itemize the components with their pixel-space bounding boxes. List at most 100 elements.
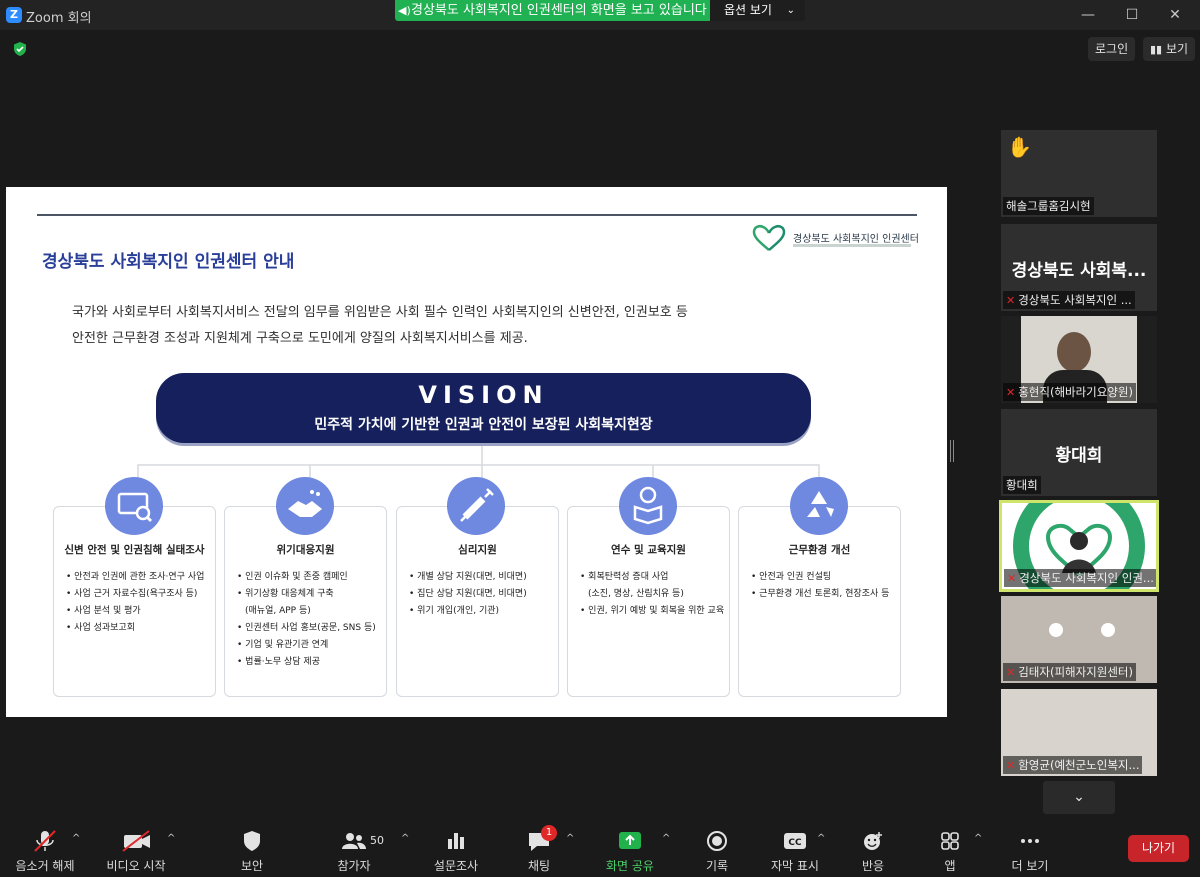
- mic-muted-icon: ✕: [1007, 572, 1017, 585]
- card-title: 심리지원: [458, 544, 497, 556]
- view-button[interactable]: ▮▮ 보기: [1143, 37, 1196, 61]
- card-item: • 기업 및 유관기관 연계: [237, 640, 329, 650]
- more-icon: [1021, 839, 1039, 843]
- card-item: (소진, 명상, 산림치유 등): [588, 589, 684, 599]
- start-video-label: 비디오 시작: [106, 859, 166, 873]
- monitor-search-icon: [105, 477, 163, 535]
- speaker-icon: ◀): [398, 4, 411, 17]
- login-button[interactable]: 로그인: [1088, 37, 1136, 61]
- maximize-icon[interactable]: ☐: [1117, 4, 1147, 26]
- card-item: • 사업 성과보고회: [66, 623, 135, 633]
- card-item: • 위기 개입(개인, 기관): [409, 606, 500, 616]
- active-speaker-tile[interactable]: ✕ 경상북도 사회복지인 인권...: [999, 500, 1159, 592]
- record-button[interactable]: 기록: [677, 817, 757, 877]
- vision-title: VISION: [418, 381, 549, 409]
- vision-statement: 민주적 가치에 기반한 인권과 안전이 보장된 사회복지현장: [314, 417, 653, 433]
- apps-button[interactable]: 앱: [910, 817, 990, 877]
- video-off-icon: [122, 830, 150, 852]
- raised-hand-icon: ✋: [1007, 135, 1032, 159]
- share-options-caret[interactable]: ^: [662, 833, 670, 844]
- record-icon: [707, 831, 727, 851]
- security-button[interactable]: 보안: [212, 817, 292, 877]
- share-screen-icon: [619, 832, 641, 849]
- person-book-icon: [619, 477, 677, 535]
- reactions-button[interactable]: 반응: [833, 817, 913, 877]
- apps-options-caret[interactable]: ^: [974, 833, 982, 844]
- window-title: Zoom 회의: [26, 11, 92, 26]
- share-banner: ◀) 경상북도 사회복지인 인권센터의 화면을 보고 있습니다: [395, 0, 710, 21]
- shared-screen-slide[interactable]: 경상북도 사회복지인 인권센터 경상북도 사회복지인 인권센터 안내 국가와 사…: [6, 187, 947, 717]
- view-options-label: 옵션 보기: [724, 3, 772, 17]
- card-item: • 위기상황 대응체계 구축: [237, 589, 334, 599]
- audio-options-caret[interactable]: ^: [72, 833, 80, 844]
- card-item: • 개별 상담 지원(대면, 비대면): [409, 572, 527, 582]
- participant-tile[interactable]: ✕ 함영균(예천군노인복지...: [1001, 689, 1157, 776]
- close-icon[interactable]: ✕: [1160, 4, 1190, 26]
- polls-button[interactable]: 설문조사: [416, 817, 496, 877]
- share-screen-button[interactable]: 화면 공유: [590, 817, 670, 877]
- svg-text:CC: CC: [788, 838, 802, 848]
- chat-options-caret[interactable]: ^: [566, 833, 574, 844]
- vision-banner: VISION 민주적 가치에 기반한 인권과 안전이 보장된 사회복지현장: [156, 373, 811, 443]
- reactions-icon: [864, 832, 882, 850]
- panel-resize-handle[interactable]: [950, 440, 954, 462]
- scroll-down-button[interactable]: ⌄: [1043, 781, 1115, 814]
- chat-button[interactable]: 1 채팅: [499, 817, 579, 877]
- recycle-icon: [790, 477, 848, 535]
- reactions-label: 반응: [861, 859, 885, 873]
- participants-button[interactable]: 50 참가자: [314, 817, 394, 877]
- participant-name-label: ✕ 함영균(예천군노인복지...: [1003, 756, 1143, 774]
- card-item: • 인권 이슈화 및 존중 캠페인: [237, 572, 348, 582]
- participant-name: 황대희: [1003, 476, 1041, 494]
- participant-name-label: ✕ 경상북도 사회복지인 인권...: [1004, 569, 1156, 587]
- view-options-button[interactable]: 옵션 보기 ⌄: [710, 0, 805, 21]
- card-item: • 법률·노무 상담 제공: [237, 657, 320, 667]
- polls-icon: [448, 833, 464, 849]
- chat-unread-badge: 1: [541, 825, 557, 841]
- participant-name: 해솔그룹홈김시현: [1003, 197, 1094, 215]
- meeting-toolbar: 음소거 해제 ^ 비디오 시작 ^ 보안 50 참가자 ^ 설문조사 1 채팅 …: [0, 817, 1200, 877]
- participant-count: 50: [370, 834, 384, 847]
- unmute-label: 음소거 해제: [15, 859, 75, 873]
- card-item: • 인권센터 사업 홍보(공문, SNS 등): [237, 623, 376, 633]
- participant-tile[interactable]: 황대희 황대희: [1001, 409, 1157, 496]
- card-title: 연수 및 교육지원: [611, 544, 686, 556]
- start-video-button[interactable]: 비디오 시작: [96, 817, 176, 877]
- captions-button[interactable]: CC 자막 표시: [755, 817, 835, 877]
- video-options-caret[interactable]: ^: [167, 833, 175, 844]
- participant-display-name: 경상북도 사회복...: [1011, 261, 1147, 281]
- zoom-logo-icon: Z: [6, 7, 22, 23]
- minimize-icon[interactable]: —: [1073, 4, 1103, 26]
- participant-tile[interactable]: ✕ 김태자(피해자지원센터): [1001, 596, 1157, 683]
- captions-options-caret[interactable]: ^: [817, 833, 825, 844]
- polls-label: 설문조사: [433, 859, 479, 873]
- apps-label: 앱: [944, 859, 956, 873]
- more-button[interactable]: 더 보기: [990, 817, 1070, 877]
- syringe-icon: [447, 477, 505, 535]
- card-item: • 안전과 인권 컨설팅: [751, 572, 832, 582]
- unmute-button[interactable]: 음소거 해제: [5, 817, 85, 877]
- leave-button[interactable]: 나가기: [1128, 835, 1189, 862]
- more-label: 더 보기: [1011, 859, 1049, 873]
- participant-name-label: ✕ 홍현직(해바라기요양원): [1003, 383, 1136, 401]
- view-button-label: 보기: [1165, 42, 1189, 56]
- participant-tile[interactable]: ✕ 홍현직(해바라기요양원): [1001, 316, 1157, 403]
- card-item: • 근무환경 개선 토론회, 현장조사 등: [751, 589, 890, 599]
- security-label: 보안: [240, 859, 264, 873]
- card-item: • 회복탄력성 증대 사업: [580, 572, 669, 582]
- mic-muted-icon: ✕: [1006, 759, 1016, 772]
- shield-icon: [244, 831, 260, 851]
- card-item: • 사업 근거 자료수집(욕구조사 등): [66, 589, 198, 599]
- participant-tile[interactable]: ✋ 해솔그룹홈김시현: [1001, 130, 1157, 217]
- participants-label: 참가자: [337, 859, 371, 873]
- chevron-down-icon: ⌄: [1073, 789, 1085, 805]
- card-item: • 집단 상담 지원(대면, 비대면): [409, 589, 527, 599]
- chat-label: 채팅: [527, 859, 551, 873]
- mic-muted-icon: ✕: [1006, 386, 1016, 399]
- handshake-icon: [276, 477, 334, 535]
- participant-tile[interactable]: 경상북도 사회복... ✕ 경상북도 사회복지인 ...: [1001, 224, 1157, 311]
- participant-name-label: ✕ 김태자(피해자지원센터): [1003, 663, 1136, 681]
- participants-options-caret[interactable]: ^: [401, 833, 409, 844]
- encryption-shield-icon[interactable]: [12, 41, 28, 57]
- card-item: (매뉴얼, APP 등): [245, 606, 311, 616]
